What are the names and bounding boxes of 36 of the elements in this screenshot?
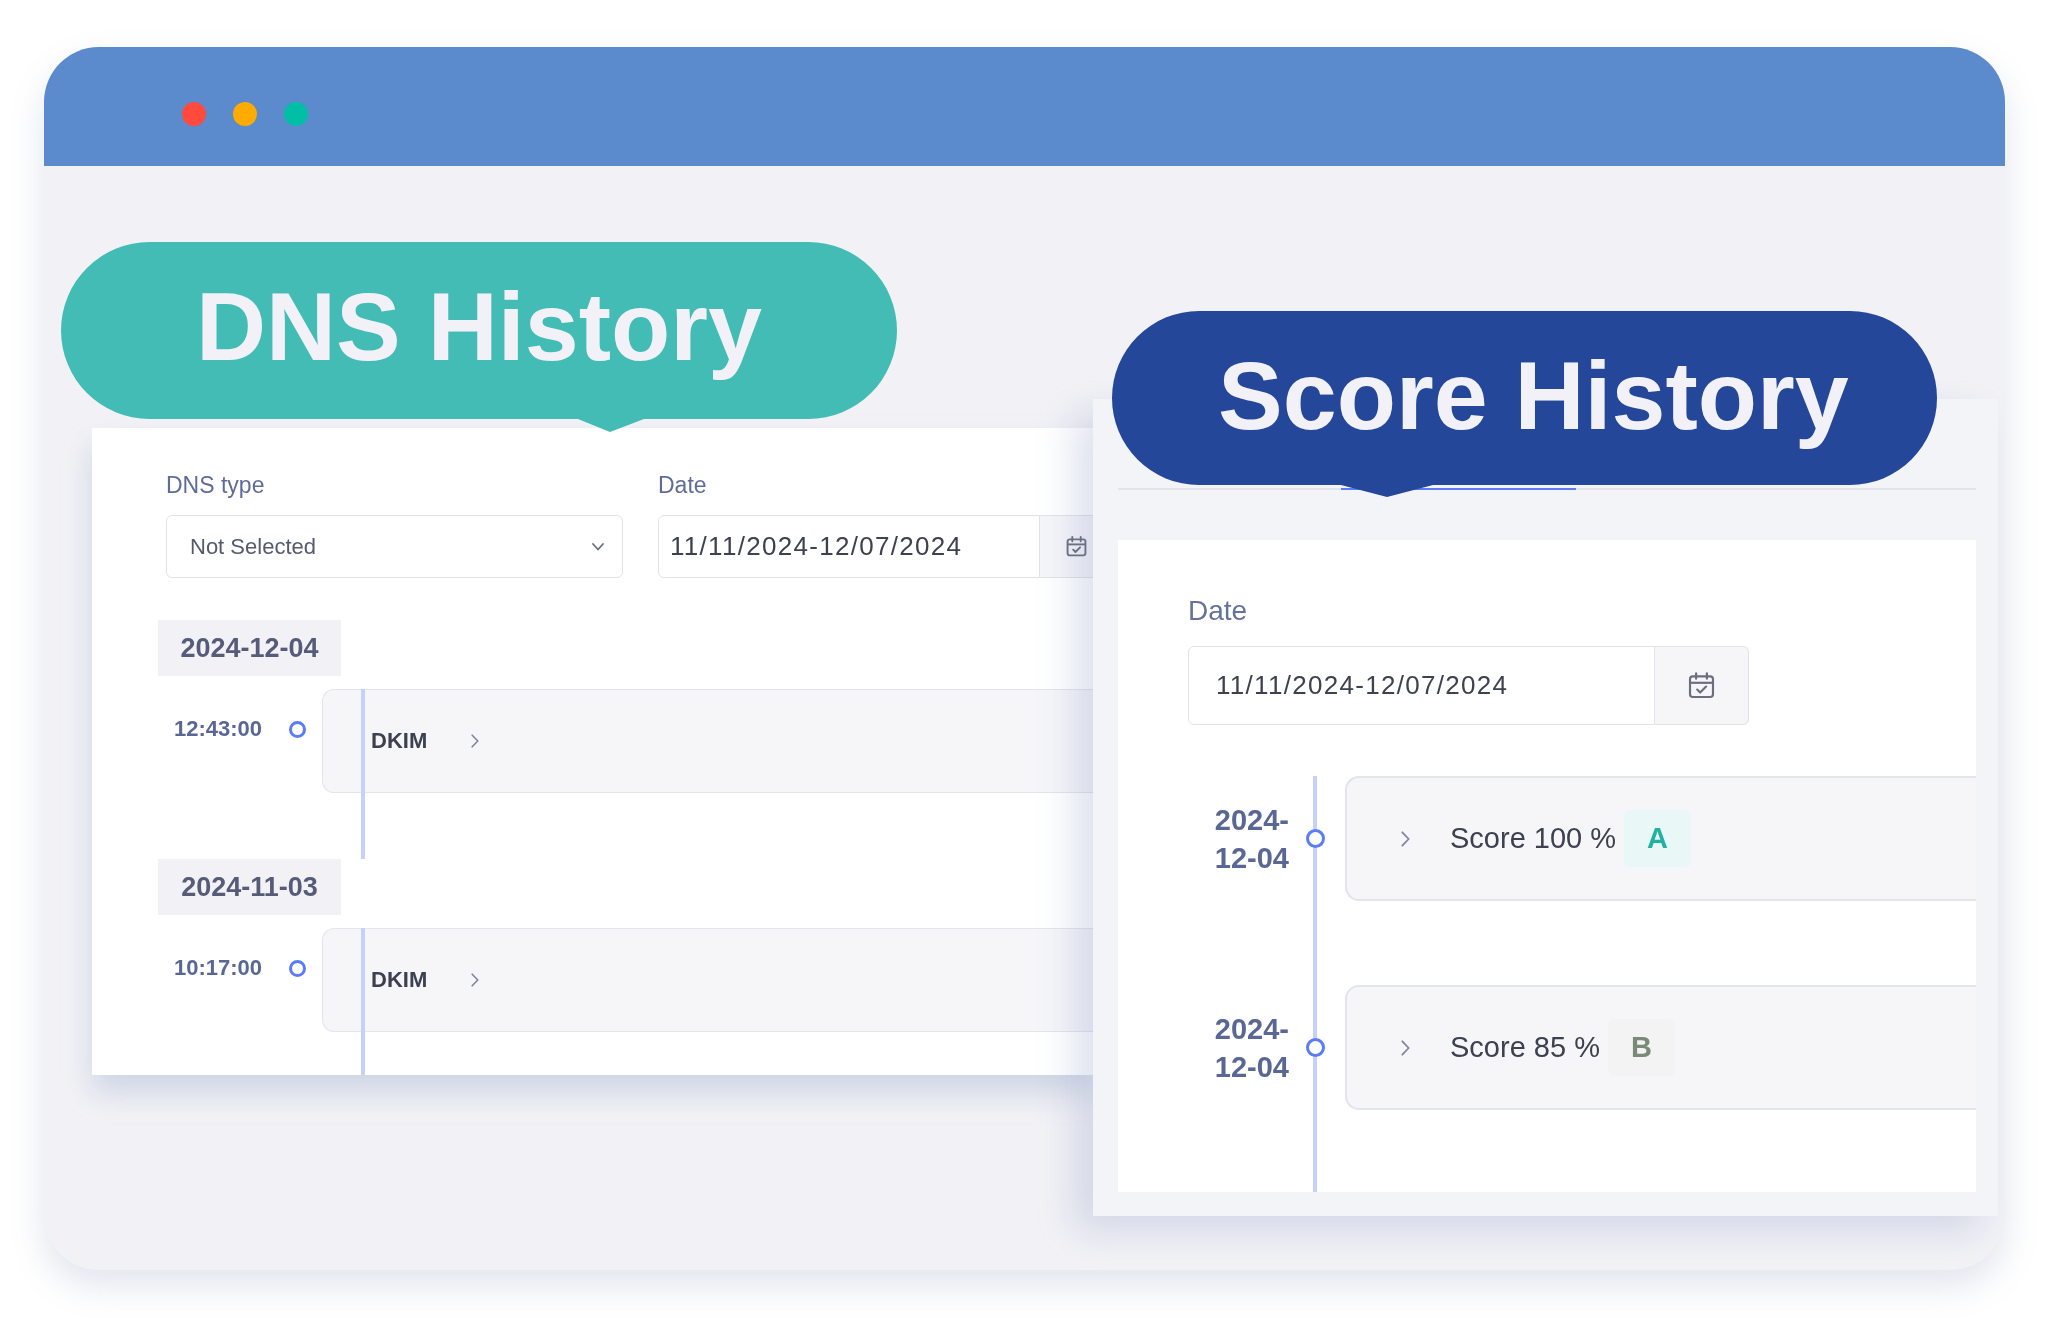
field-label: Date [658,471,708,499]
callout-bubble: DNS History [61,242,897,432]
score-entry[interactable]: Score 85 % B [1345,985,1976,1110]
score-entry[interactable]: Score 100 % A [1345,776,1976,901]
ring-icon [288,960,306,977]
field-label: DNS type [166,471,266,499]
window-control-icon[interactable] [182,102,206,126]
window-control-icon[interactable] [284,102,308,126]
callout-bubble: Score History [1112,311,1937,497]
ring-icon [288,721,306,738]
date-label: 2024-12-04 [1213,1011,1289,1085]
window-control-icon[interactable] [233,102,257,126]
time-label: 10:17:00 [173,954,263,981]
field-label: Date [1188,594,1248,628]
chevron-right-icon [471,734,480,748]
dns-type-select[interactable]: Not Selected [166,515,623,578]
calendar-button[interactable] [1655,646,1749,725]
chevron-right-icon [1401,1039,1410,1056]
ring-icon [1305,1038,1325,1057]
date-header: 2024-11-03 [158,859,341,915]
grade-badge: A [1624,810,1691,867]
chevron-down-icon [592,542,604,551]
calendar-icon [1066,536,1087,557]
calendar-icon [1688,672,1715,699]
date-label: 2024-12-04 [1213,802,1289,876]
date-header: 2024-12-04 [158,620,341,676]
dns-entry[interactable]: DKIM [322,689,1093,793]
chevron-right-icon [1401,830,1410,847]
dns-entry[interactable]: DKIM [322,928,1093,1032]
date-range-field[interactable]: 11/11/2024-12/07/2024 [658,515,1040,578]
time-label: 12:43:00 [173,715,263,742]
calendar-button[interactable] [1040,515,1093,578]
grade-badge: B [1607,1019,1675,1076]
ring-icon [1305,829,1325,848]
chevron-right-icon [471,973,480,987]
date-range-field[interactable]: 11/11/2024-12/07/2024 [1188,646,1655,725]
